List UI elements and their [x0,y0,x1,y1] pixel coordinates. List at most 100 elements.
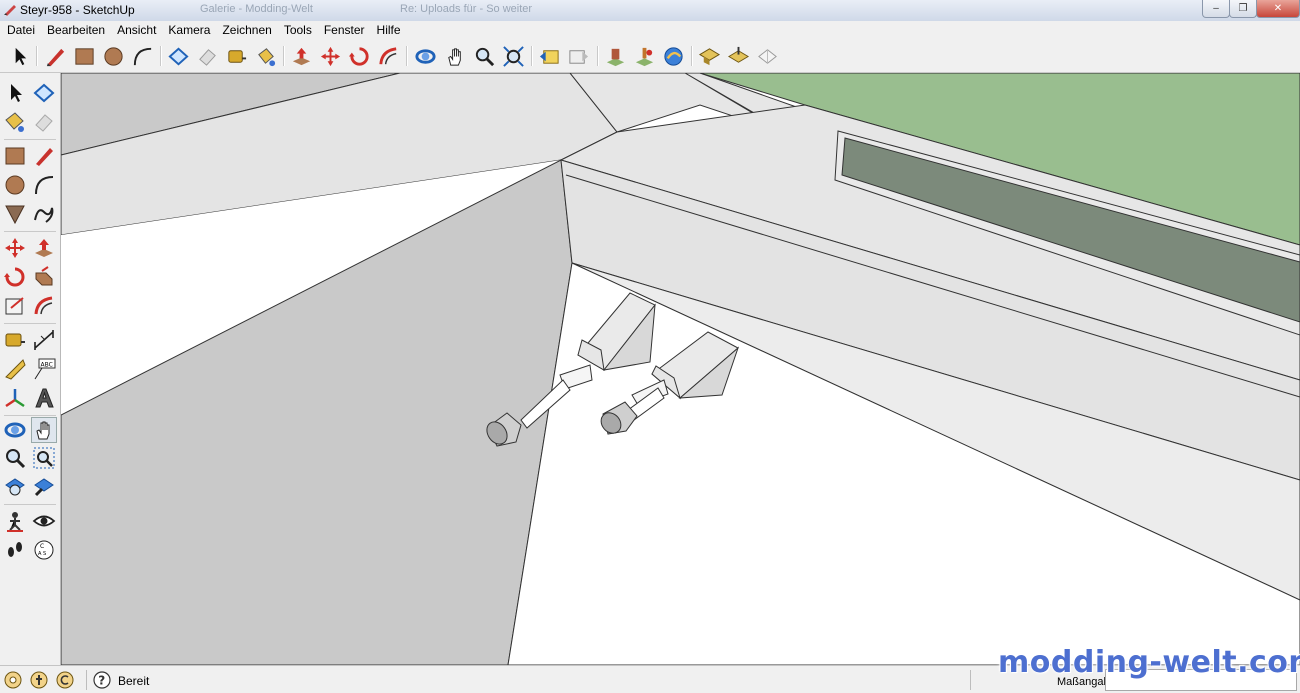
eraser-icon[interactable] [196,45,219,68]
3d-text-icon[interactable] [32,386,56,410]
rotate-icon[interactable] [348,45,371,68]
push-pull-icon[interactable] [32,236,56,260]
svg-text:C: C [40,543,44,550]
status-separator [86,670,87,690]
help-icon[interactable]: ? [93,671,111,689]
credits-icon[interactable] [30,671,48,689]
menu-ansicht[interactable]: Ansicht [111,21,162,37]
polygon-icon[interactable] [3,202,27,226]
toolbar-separator [406,46,408,66]
copyright-icon[interactable] [56,671,74,689]
zoom-extents-icon[interactable] [502,45,525,68]
background-tab: Re: Uploads für - So weiter [400,3,533,15]
minimize-button[interactable]: – [1202,0,1230,18]
main-toolbar [0,40,1300,73]
select-icon[interactable] [3,81,27,105]
get-photo-texture-icon[interactable] [756,45,779,68]
toolbar-separator [283,46,285,66]
zoom-extents-icon[interactable] [3,475,27,499]
model-canvas[interactable] [61,73,1300,665]
text-icon[interactable]: ABC [32,357,56,381]
tape-measure-icon[interactable] [225,45,248,68]
select-icon[interactable] [8,45,31,68]
move-icon[interactable] [3,236,27,260]
look-around-icon[interactable] [32,509,56,533]
place-model-icon[interactable] [604,45,627,68]
window-title: Steyr-958 - SketchUp [20,3,135,17]
large-toolset: ABC CA S [0,73,61,665]
status-message: Bereit [118,674,150,688]
title-bar: Steyr-958 - SketchUp Galerie - Modding-W… [0,0,1300,22]
zoom-icon[interactable] [473,45,496,68]
watermark-text: modding-welt.com [998,645,1300,680]
svg-text:A S: A S [38,551,46,557]
rotate-icon[interactable] [3,265,27,289]
orbit-icon[interactable] [3,418,27,442]
offset-icon[interactable] [32,294,56,318]
maximize-button[interactable]: ❐ [1229,0,1257,18]
toggle-terrain-icon[interactable] [727,45,750,68]
move-icon[interactable] [319,45,342,68]
toolbar-separator [36,46,38,66]
arc-icon[interactable] [131,45,154,68]
previous-view-icon[interactable] [538,45,561,68]
menu-tools[interactable]: Tools [278,21,318,37]
toolbar-separator [531,46,533,66]
zoom-window-icon[interactable] [32,446,56,470]
menu-kamera[interactable]: Kamera [162,21,216,37]
status-separator [970,670,971,690]
sketchup-app-icon [4,5,16,16]
dimension-icon[interactable] [32,328,56,352]
menu-hilfe[interactable]: Hilfe [371,21,407,37]
svg-text:?: ? [98,674,105,688]
make-component-icon[interactable] [32,81,56,105]
offset-icon[interactable] [377,45,400,68]
toolbar-separator [4,139,56,140]
geolocation-icon[interactable] [4,671,22,689]
pan-icon[interactable] [444,45,467,68]
background-tab: Galerie - Modding-Welt [200,3,313,15]
rectangle-icon[interactable] [3,144,27,168]
get-models-icon[interactable] [633,45,656,68]
tape-measure-icon[interactable] [3,328,27,352]
section-plane-icon[interactable]: CA S [32,538,56,562]
orbit-icon[interactable] [414,45,437,68]
share-model-icon[interactable] [662,45,685,68]
circle-icon[interactable] [102,45,125,68]
follow-me-icon[interactable] [32,265,56,289]
rectangle-icon[interactable] [73,45,96,68]
pencil-icon[interactable] [32,144,56,168]
toolbar-separator [4,504,56,505]
drawing-area[interactable] [61,73,1300,665]
toolbar-separator [4,323,56,324]
walk-icon[interactable] [3,538,27,562]
pencil-icon[interactable] [44,45,67,68]
protractor-icon[interactable] [3,357,27,381]
toolbar-separator [160,46,162,66]
next-view-icon[interactable] [567,45,590,68]
paint-bucket-icon[interactable] [3,110,27,134]
pan-icon[interactable] [31,417,57,443]
menu-fenster[interactable]: Fenster [318,21,371,37]
zoom-icon[interactable] [3,446,27,470]
menu-bar: Datei Bearbeiten Ansicht Kamera Zeichnen Tool… [0,21,1300,40]
close-button[interactable]: ✕ [1256,0,1300,18]
make-component-icon[interactable] [167,45,190,68]
paint-bucket-icon[interactable] [254,45,277,68]
toolbar-separator [4,231,56,232]
previous-view-icon[interactable] [32,475,56,499]
arc-icon[interactable] [32,173,56,197]
toolbar-separator [597,46,599,66]
scale-icon[interactable] [3,294,27,318]
menu-bearbeiten[interactable]: Bearbeiten [41,21,111,37]
menu-zeichnen[interactable]: Zeichnen [216,21,277,37]
eraser-icon[interactable] [32,110,56,134]
svg-text:ABC: ABC [41,362,53,369]
circle-icon[interactable] [3,173,27,197]
axes-icon[interactable] [3,386,27,410]
freehand-icon[interactable] [32,202,56,226]
menu-datei[interactable]: Datei [0,21,41,37]
push-pull-icon[interactable] [290,45,313,68]
add-location-icon[interactable] [698,45,721,68]
position-camera-icon[interactable] [3,509,27,533]
